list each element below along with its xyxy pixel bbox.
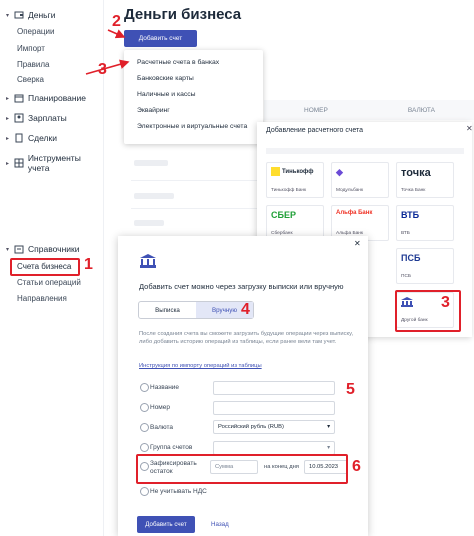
annotation-arrow	[85, 59, 130, 75]
annotation-arrows	[85, 29, 130, 75]
annotation-arrow	[107, 29, 126, 39]
